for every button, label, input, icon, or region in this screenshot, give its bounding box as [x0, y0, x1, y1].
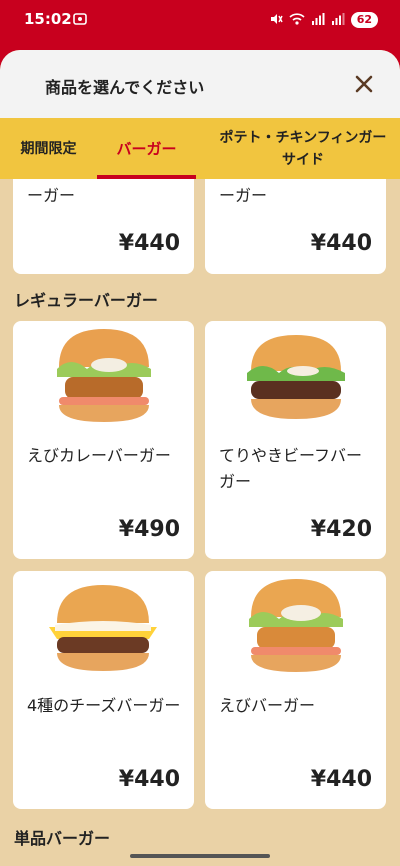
product-card[interactable]: 4種のチーズバーガー ¥440 [13, 571, 194, 809]
sheet-header: 商品を選んでください [0, 50, 400, 118]
product-name: 4種のチーズバーガー [27, 696, 181, 715]
screen-record-icon [72, 11, 88, 31]
battery-icon: 62 [350, 12, 378, 28]
product-price: ¥420 [310, 517, 372, 542]
home-indicator[interactable] [130, 854, 270, 858]
product-name: えびカレーバーガー [27, 446, 171, 465]
section-title-single: 単品バーガー [14, 829, 111, 848]
teriyaki-beef-burger-image [247, 335, 345, 419]
close-button[interactable] [348, 68, 380, 100]
product-price: ¥490 [118, 517, 180, 542]
product-list: ーガー ¥440 ーガー ¥440 レギュラーバーガー えびカレーバーガー ¥4… [0, 179, 400, 866]
category-tabs: 期間限定 バーガー ポテト・チキンフィンガー サイド [0, 118, 400, 179]
product-price: ¥440 [118, 231, 180, 256]
close-icon [355, 75, 373, 93]
product-price: ¥440 [118, 767, 180, 792]
ebi-curry-burger-image [57, 329, 151, 422]
product-name: えびバーガー [219, 696, 316, 715]
mute-icon [269, 11, 283, 30]
product-price: ¥440 [310, 231, 372, 256]
product-card[interactable]: ーガー ¥440 [205, 179, 386, 274]
product-card[interactable]: えびバーガー ¥440 [205, 571, 386, 809]
product-picker-sheet: 商品を選んでください 期間限定 バーガー ポテト・チキンフィンガー サイド ーガ… [0, 50, 400, 866]
status-bar: 15:02 62 [0, 0, 400, 40]
status-icons: 62 [269, 11, 378, 29]
product-card[interactable]: てりやきビーフバーガー ¥420 [205, 321, 386, 559]
signal-2-icon [331, 11, 345, 30]
status-time: 15:02 [24, 10, 72, 28]
product-name: てりやきビーフバーガー [219, 446, 363, 491]
tab-limited[interactable]: 期間限定 [0, 118, 97, 179]
product-card[interactable]: ーガー ¥440 [13, 179, 194, 274]
tab-burger[interactable]: バーガー [97, 118, 196, 179]
product-card[interactable]: えびカレーバーガー ¥490 [13, 321, 194, 559]
section-title-regular: レギュラーバーガー [14, 291, 158, 310]
ebi-burger-image [249, 579, 343, 672]
product-price: ¥440 [310, 767, 372, 792]
four-cheese-burger-image [49, 585, 157, 671]
signal-icon [311, 11, 325, 30]
sheet-title: 商品を選んでください [45, 78, 205, 97]
product-name: ーガー [27, 186, 76, 205]
product-name: ーガー [219, 186, 268, 205]
tab-sides[interactable]: ポテト・チキンフィンガー サイド [196, 118, 400, 179]
wifi-icon [289, 11, 305, 30]
